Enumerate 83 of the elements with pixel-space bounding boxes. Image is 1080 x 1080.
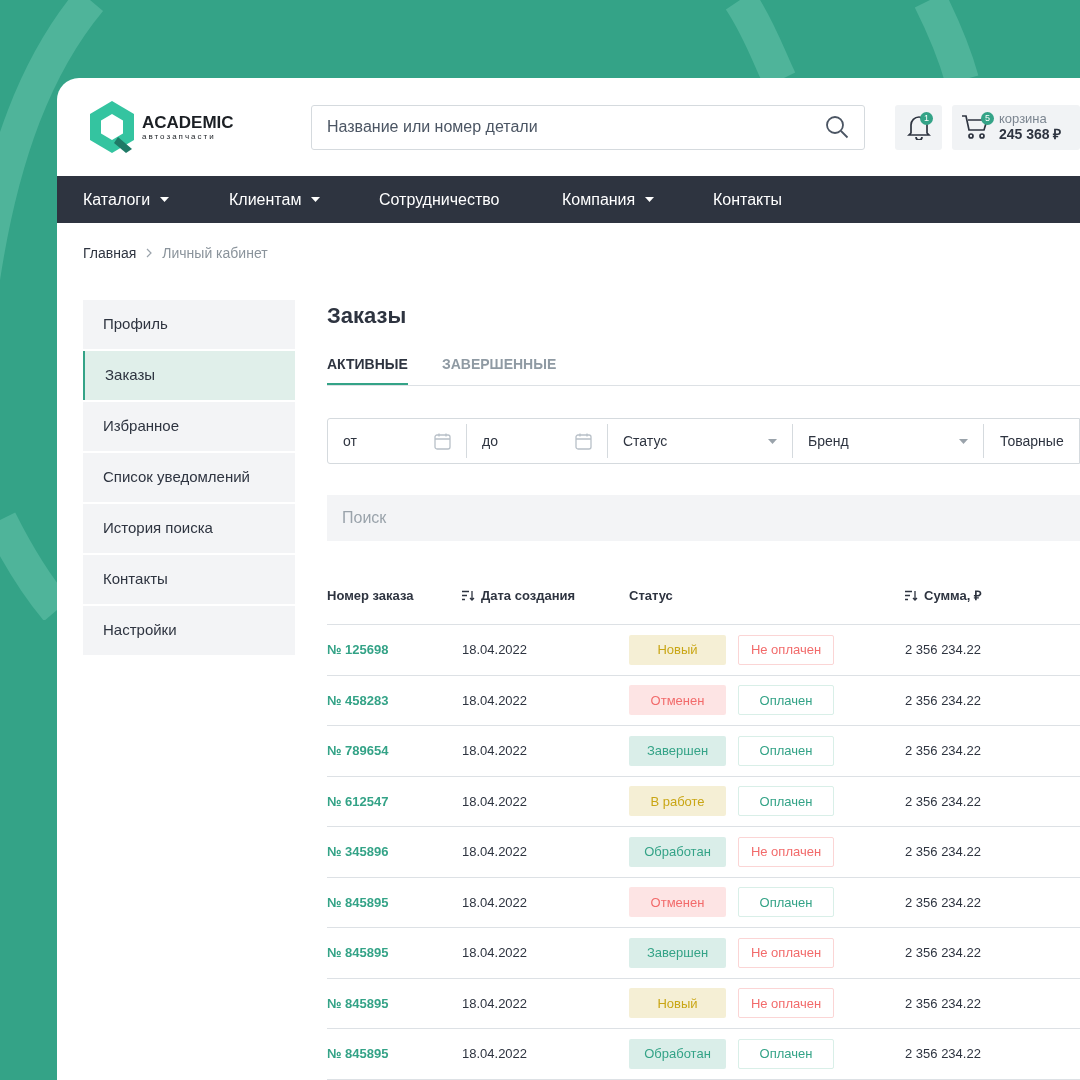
order-sum: 2 356 234.22	[905, 944, 981, 962]
tab[interactable]: АКТИВНЫЕ	[327, 354, 408, 385]
nav-item[interactable]: Сотрудничество	[379, 187, 562, 212]
caret-icon	[768, 438, 777, 444]
order-date: 18.04.2022	[462, 792, 529, 811]
page-title: Заказы	[327, 302, 408, 330]
filter-field[interactable]: Товарные	[984, 419, 1079, 463]
status-badge: Завершен	[629, 937, 726, 968]
sort-icon	[905, 590, 918, 601]
cart-icon	[961, 114, 989, 140]
payment-badge: Не оплачен	[738, 836, 834, 867]
filter-select[interactable]: Бренд	[793, 419, 983, 463]
nav-item[interactable]: Каталоги	[83, 187, 229, 212]
status-badge: Отменен	[629, 685, 726, 716]
status-badge: Отменен	[629, 887, 726, 918]
status-badge: Новый	[629, 988, 726, 1019]
payment-badge: Оплачен	[738, 1038, 834, 1069]
payment-badge: Оплачен	[738, 887, 834, 918]
caret-icon	[311, 197, 321, 202]
order-date: 18.04.2022	[462, 994, 529, 1013]
order-date: 18.04.2022	[462, 944, 529, 962]
caret-icon	[645, 197, 655, 202]
sidebar-item[interactable]: Профиль	[83, 300, 295, 349]
order-sum: 2 356 234.22	[905, 893, 981, 912]
order-search-field[interactable]: Поиск	[327, 495, 1080, 541]
breadcrumb-link[interactable]: Главная	[83, 242, 137, 264]
status-badge: В работе	[629, 786, 726, 817]
bell-icon	[906, 114, 931, 140]
payment-badge: Оплачен	[738, 685, 834, 716]
order-date: 18.04.2022	[462, 893, 529, 912]
cart-count: 5	[981, 111, 994, 125]
order-sum: 2 356 234.22	[905, 994, 981, 1013]
column-header: Сумма, ₽	[924, 586, 982, 605]
filter-field[interactable]: до	[467, 419, 607, 463]
status-badge: Обработан	[629, 836, 726, 867]
order-date: 18.04.2022	[462, 843, 529, 861]
caret-icon	[160, 197, 170, 202]
caret-icon	[959, 438, 968, 444]
sidebar-item[interactable]: Контакты	[83, 555, 295, 604]
cart-button[interactable]: 5 корзина 245 368 ₽	[952, 104, 1080, 150]
order-date: 18.04.2022	[462, 691, 529, 710]
cart-label: корзина	[999, 111, 1047, 126]
cart-total: 245 368 ₽	[999, 126, 1062, 143]
order-date: 18.04.2022	[462, 1045, 529, 1063]
status-badge: Завершен	[629, 735, 726, 766]
column-header: Дата создания	[481, 586, 576, 605]
chevron-right-icon	[146, 248, 153, 258]
column-header: Статус	[629, 586, 673, 605]
sidebar-item[interactable]: Заказы	[83, 351, 295, 400]
order-date: 18.04.2022	[462, 742, 529, 760]
order-date: 18.04.2022	[462, 641, 529, 659]
payment-badge: Не оплачен	[738, 937, 834, 968]
sidebar-item[interactable]: История поиска	[83, 504, 295, 553]
logo-icon	[88, 101, 136, 153]
column-header: Номер заказа	[327, 586, 414, 605]
calendar-icon	[575, 432, 592, 450]
sidebar-item[interactable]: Настройки	[83, 606, 295, 655]
sort-icon	[462, 590, 475, 601]
order-sum: 2 356 234.22	[905, 792, 981, 811]
filter-field[interactable]: от	[328, 419, 466, 463]
order-sum: 2 356 234.22	[905, 843, 981, 861]
payment-badge: Оплачен	[738, 786, 834, 817]
logo-tagline: автозапчасти	[142, 131, 217, 141]
order-sum: 2 356 234.22	[905, 742, 981, 760]
order-sum: 2 356 234.22	[905, 691, 981, 710]
nav-item[interactable]: Контакты	[713, 187, 813, 212]
search-field[interactable]: Название или номер детали	[311, 104, 865, 150]
order-sum: 2 356 234.22	[905, 1045, 981, 1063]
status-badge: Новый	[629, 634, 726, 665]
payment-badge: Оплачен	[738, 735, 834, 766]
sidebar-item[interactable]: Избранное	[83, 402, 295, 451]
nav-item[interactable]: Клиентам	[229, 187, 379, 212]
logo-name: ACADEMIC	[142, 113, 234, 132]
order-sum: 2 356 234.22	[905, 641, 981, 659]
status-badge: Обработан	[629, 1038, 726, 1069]
payment-badge: Не оплачен	[738, 634, 834, 665]
notification-count: 1	[920, 111, 933, 125]
calendar-icon	[434, 432, 451, 450]
nav-item[interactable]: Компания	[562, 187, 713, 212]
payment-badge: Не оплачен	[738, 988, 834, 1019]
sidebar-item[interactable]: Список уведомлений	[83, 453, 295, 502]
filter-select[interactable]: Статус	[608, 419, 792, 463]
search-icon	[825, 114, 849, 139]
